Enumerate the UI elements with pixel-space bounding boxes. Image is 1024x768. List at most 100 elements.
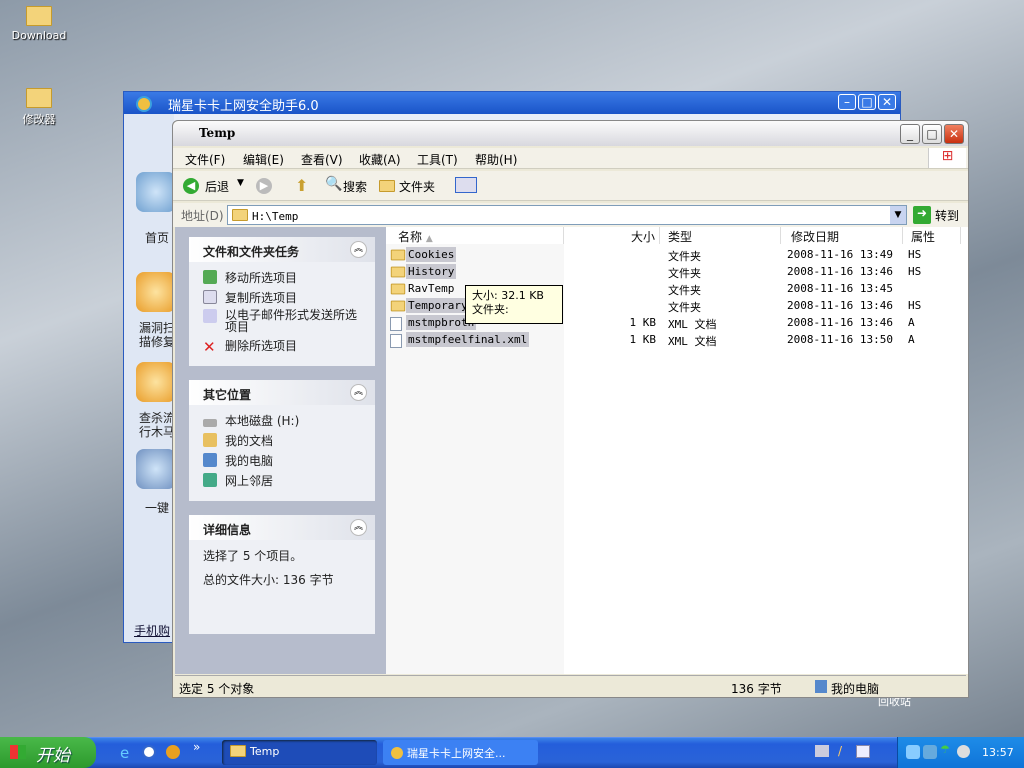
network-icon xyxy=(203,473,217,487)
go-arrow-icon[interactable]: ➜ xyxy=(913,206,931,224)
collapse-icon[interactable]: ︽ xyxy=(350,241,367,258)
tray-computer-icon[interactable] xyxy=(923,745,937,759)
panel-title[interactable]: 详细信息 xyxy=(189,515,375,540)
disk-icon xyxy=(203,419,217,427)
file-type: 文件夹 xyxy=(668,284,701,297)
file-attr: A xyxy=(908,333,915,346)
menu-file[interactable]: 文件(F) xyxy=(185,151,225,168)
task-copy[interactable]: 复制所选项目 xyxy=(203,289,297,306)
tooltip-type: 文件夹: xyxy=(472,303,509,316)
shield-icon[interactable] xyxy=(136,362,176,402)
more-icon[interactable]: » xyxy=(193,740,200,754)
title-bar[interactable]: 瑞星卡卡上网安全助手6.0 xyxy=(124,92,900,114)
column-type[interactable]: 类型 xyxy=(660,227,781,244)
search-button[interactable]: 搜索 xyxy=(343,178,367,195)
collapse-icon[interactable]: ︽ xyxy=(350,384,367,401)
folder-icon xyxy=(26,6,52,26)
views-icon[interactable] xyxy=(455,177,477,193)
sidebar: 首页 漏洞扫描修复 查杀流行木马 一键 手机购 xyxy=(124,114,176,642)
back-dropdown-icon[interactable]: ▼ xyxy=(237,178,244,188)
folder-icon xyxy=(390,249,406,261)
details-size: 总的文件大小: 136 字节 xyxy=(203,573,334,587)
column-attr[interactable]: 属性 xyxy=(903,227,961,244)
up-folder-icon[interactable]: ⬆ xyxy=(295,176,308,195)
ie-icon[interactable]: e xyxy=(120,744,129,762)
explorer-window[interactable]: Temp _ □ ✕ 文件(F) 编辑(E) 查看(V) 收藏(A) 工具(T)… xyxy=(172,120,969,698)
xml-file-icon xyxy=(390,334,402,348)
place-my-computer[interactable]: 我的电脑 xyxy=(203,452,273,469)
minimize-button[interactable]: _ xyxy=(900,124,920,144)
pen-icon[interactable]: / xyxy=(838,744,842,758)
address-dropdown-icon[interactable]: ▼ xyxy=(890,206,906,224)
file-row[interactable]: Cookies 文件夹 2008-11-16 13:49 HS xyxy=(386,246,968,263)
maximize-button[interactable]: □ xyxy=(858,94,876,110)
tray-volume-icon[interactable] xyxy=(957,745,970,758)
close-button[interactable]: ✕ xyxy=(878,94,896,110)
panel-title[interactable]: 文件和文件夹任务 xyxy=(189,237,375,262)
task-move[interactable]: 移动所选项目 xyxy=(203,269,297,286)
rising-icon[interactable] xyxy=(166,745,180,759)
move-icon xyxy=(203,270,217,284)
file-name[interactable]: RavTemp xyxy=(406,281,456,296)
title-bar[interactable]: Temp xyxy=(173,121,968,146)
file-name[interactable]: History xyxy=(406,264,457,279)
app-icon xyxy=(391,747,403,759)
notes-icon[interactable] xyxy=(856,745,870,758)
task-email[interactable]: 以电子邮件形式发送所选项目 xyxy=(203,309,363,333)
file-name[interactable]: Cookies xyxy=(406,247,457,262)
media-player-icon[interactable] xyxy=(142,745,156,759)
column-size[interactable]: 大小 xyxy=(564,227,660,244)
file-size: 1 KB xyxy=(629,316,657,329)
window-title: Temp xyxy=(199,126,236,140)
column-date[interactable]: 修改日期 xyxy=(781,227,903,244)
menu-view[interactable]: 查看(V) xyxy=(301,151,343,168)
tray-umbrella-icon[interactable]: ☂ xyxy=(940,743,950,756)
address-input[interactable]: H:\Temp ▼ xyxy=(227,205,907,225)
back-button[interactable]: 后退 xyxy=(205,178,229,195)
home-icon[interactable] xyxy=(136,172,176,212)
file-date: 2008-11-16 13:45 xyxy=(787,282,893,295)
maximize-button[interactable]: □ xyxy=(922,124,942,144)
file-row[interactable]: mstmpfeelfinal.xml 1 KB XML 文档 2008-11-1… xyxy=(386,331,968,348)
tooltip: 大小: 32.1 KB 文件夹: xyxy=(465,285,563,324)
place-label: 我的电脑 xyxy=(225,454,274,468)
delete-icon: ✕ xyxy=(203,338,216,356)
menu-help[interactable]: 帮助(H) xyxy=(475,151,517,168)
keyboard-icon[interactable] xyxy=(815,745,829,757)
file-row[interactable]: History 文件夹 2008-11-16 13:46 HS xyxy=(386,263,968,280)
task-label: Temp xyxy=(250,745,280,758)
file-name[interactable]: mstmpfeelfinal.xml xyxy=(406,332,530,347)
file-name[interactable]: Temporary xyxy=(406,298,470,313)
folders-button[interactable]: 文件夹 xyxy=(399,178,435,195)
taskbar-item-rising[interactable]: 瑞星卡卡上网安全... xyxy=(383,740,538,765)
details-panel: 详细信息 ︽ 选择了 5 个项目。 总的文件大小: 136 字节 xyxy=(189,515,375,634)
tray-network-icon[interactable] xyxy=(906,745,920,759)
collapse-icon[interactable]: ︽ xyxy=(350,519,367,536)
panel-title[interactable]: 其它位置 xyxy=(189,380,375,405)
back-arrow-icon[interactable]: ◀ xyxy=(183,178,199,194)
menu-favorites[interactable]: 收藏(A) xyxy=(359,151,401,168)
place-network[interactable]: 网上邻居 xyxy=(203,472,273,489)
file-attr: A xyxy=(908,316,915,329)
minimize-button[interactable]: – xyxy=(838,94,856,110)
desktop-icon-download[interactable]: Download xyxy=(4,6,74,42)
oneclick-icon[interactable] xyxy=(136,449,176,489)
menu-tools[interactable]: 工具(T) xyxy=(417,151,458,168)
footer-link[interactable]: 手机购 xyxy=(134,622,170,639)
computer-icon xyxy=(203,453,217,467)
place-my-documents[interactable]: 我的文档 xyxy=(203,432,273,449)
file-date: 2008-11-16 13:50 xyxy=(787,333,893,346)
place-local-disk[interactable]: 本地磁盘 (H:) xyxy=(203,412,299,429)
task-delete[interactable]: ✕ 删除所选项目 xyxy=(203,337,297,356)
menu-edit[interactable]: 编辑(E) xyxy=(243,151,284,168)
computer-icon xyxy=(815,680,827,693)
close-button[interactable]: ✕ xyxy=(944,124,964,144)
place-label: 我的文档 xyxy=(225,434,274,448)
column-name[interactable]: 名称 ▲ xyxy=(386,227,564,244)
taskbar-item-temp[interactable]: Temp xyxy=(222,740,377,765)
go-button[interactable]: 转到 xyxy=(935,207,959,224)
desktop-icon-modifier[interactable]: 修改器 xyxy=(4,88,74,127)
forward-arrow-icon[interactable]: ▶ xyxy=(256,178,272,194)
scan-icon[interactable] xyxy=(136,272,176,312)
window-title: 瑞星卡卡上网安全助手6.0 xyxy=(168,99,319,114)
